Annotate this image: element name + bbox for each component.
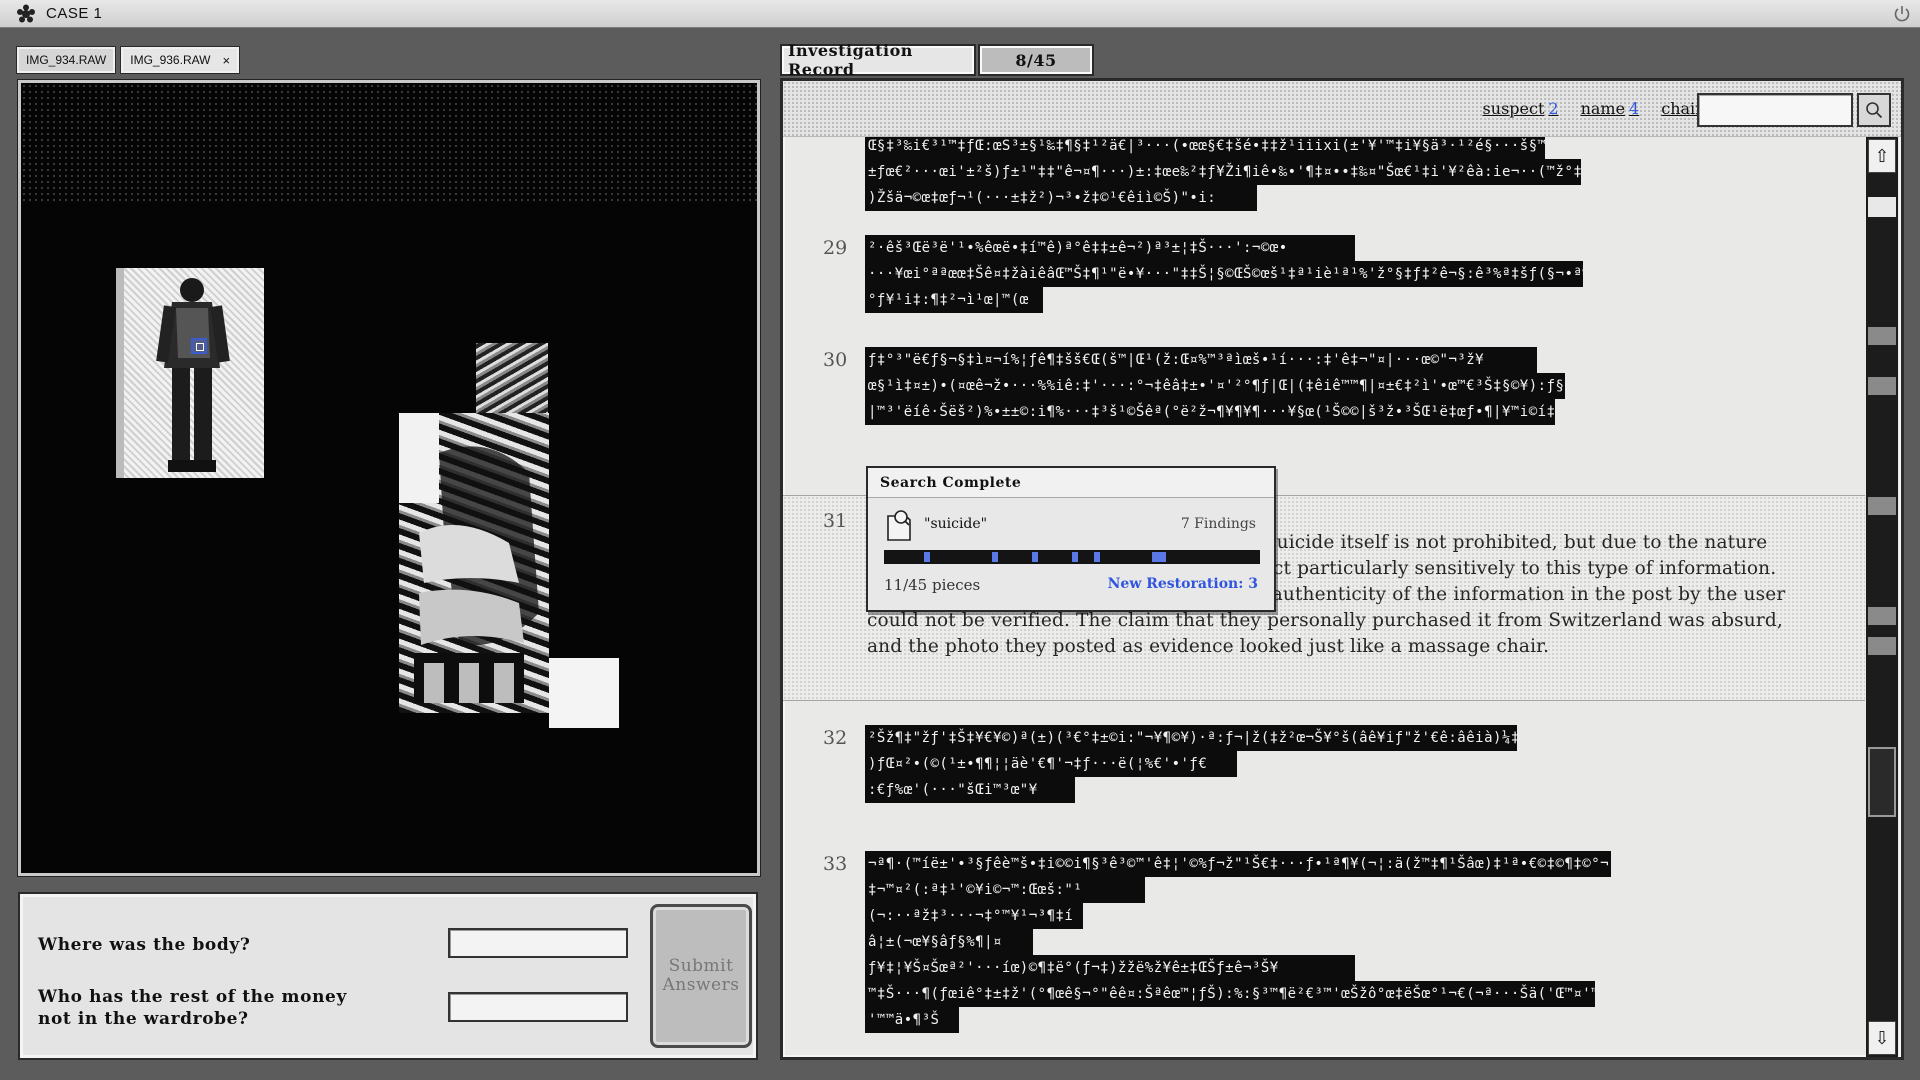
scroll-marker bbox=[1868, 637, 1896, 655]
findings-progress-bar bbox=[884, 550, 1260, 564]
encrypted-line: ƒ‡°³"ë€ƒ§¬§‡ì¤¬í%¦ƒê¶‡šš€Œ(š™|Œ¹(ž:Œ¤%™³… bbox=[865, 347, 1537, 373]
keyword-name[interactable]: name 4 bbox=[1581, 99, 1640, 118]
encrypted-line: '™™ä•¶³Š bbox=[865, 1007, 959, 1033]
encrypted-line: ¬ª¶·(™íë±'•³§ƒêè™š•‡i©©i¶§³ê³©™'ê‡¦'©%ƒ¬… bbox=[865, 851, 1611, 877]
tab-investigation-record[interactable]: Investigation Record bbox=[780, 41, 976, 79]
image-panel: IMG_934.RAW IMG_936.RAW × bbox=[14, 40, 762, 876]
encrypted-line: :€ƒ%œ'(···"šŒi™³œ"¥ bbox=[865, 777, 1075, 803]
encrypted-line: ƒ¥‡¦¥Š¤Šœª²'···íœ)©¶‡ë°(ƒ¬‡)žžë%ž¥ê±‡ŒŠƒ… bbox=[865, 955, 1355, 981]
scroll-marker bbox=[1868, 497, 1896, 515]
paragraph-number: 30 bbox=[823, 349, 848, 371]
tab-img-936[interactable]: IMG_936.RAW × bbox=[120, 46, 241, 74]
paragraph-28: Œ§‡³‰i€³¹™‡ƒŒ:œS³±§¹‰‡¶§‡¹²ä€|³···(•œœ§€… bbox=[783, 137, 1865, 217]
record-header: suspect2 name4 chair5 bbox=[783, 81, 1901, 137]
scroll-marker bbox=[1868, 197, 1896, 217]
scroll-up-button[interactable]: ⇧ bbox=[1868, 139, 1896, 173]
submit-answers-button[interactable]: Submit Answers bbox=[650, 904, 752, 1048]
finding-segment bbox=[1032, 552, 1038, 562]
tab-img-934[interactable]: IMG_934.RAW bbox=[16, 46, 117, 74]
image-tabs: IMG_934.RAW IMG_936.RAW × bbox=[16, 46, 241, 74]
standing-man-figure bbox=[116, 268, 230, 478]
encrypted-line: ···¥œi°ªªœœ‡Šê¤‡žàiêâŒ™Š‡¶¹"ë•¥···"‡‡Š¦§… bbox=[865, 261, 1583, 287]
app-title: CASE 1 bbox=[46, 5, 103, 22]
encrypted-line: â¦±(¬œ¥§âƒ§%¶|¤ bbox=[865, 929, 1033, 955]
findings-count: 7 Findings bbox=[1180, 516, 1256, 532]
close-icon[interactable]: × bbox=[223, 53, 231, 68]
restored-fragment-chair-top bbox=[476, 343, 548, 423]
finding-segment bbox=[1152, 552, 1166, 562]
restored-text-line: and the photo they posted as evidence lo… bbox=[867, 636, 1550, 657]
image-viewer[interactable] bbox=[18, 80, 760, 876]
title-bar: CASE 1 bbox=[0, 0, 1920, 28]
search-button[interactable] bbox=[1857, 93, 1891, 127]
encrypted-line: °ƒ¥¹i‡:¶‡²¬ì¹œ|™(œ bbox=[865, 287, 1043, 313]
paragraph-29: 29 ²·êš³Œë³ë'¹•%êœë•‡í™ê)ª°ê‡‡±ê¬²)ª³±¦‡… bbox=[783, 233, 1865, 333]
encrypted-line: ‡¬™¤²(:ª‡¹'©¥i©¬™:Œœš:"¹ bbox=[865, 877, 1145, 903]
encrypted-line: ²Šž¶‡"žƒ'‡Š‡¥€¥©)ª(±)(³€°‡±©i:"¬¥¶©¥)·ª:… bbox=[865, 725, 1517, 751]
keyword-list: suspect2 name4 chair5 bbox=[1483, 99, 1717, 118]
search-input[interactable] bbox=[1697, 93, 1853, 127]
encrypted-line: ™‡Š···¶(ƒœiê°‡±‡ž'(°¶œê§¬°"êê¤:Šªêœ™¦ƒŠ)… bbox=[865, 981, 1595, 1007]
restored-text-line: suicide itself is not prohibited, but du… bbox=[1267, 532, 1768, 553]
finding-segment bbox=[924, 552, 930, 562]
page-counter: 8/45 bbox=[978, 44, 1094, 76]
tab-label: IMG_936.RAW bbox=[130, 53, 211, 67]
question-panel: Where was the body? Who has the rest of … bbox=[18, 892, 758, 1060]
power-icon[interactable] bbox=[1892, 4, 1912, 24]
encrypted-line: œ§¹ì‡¤±)•(¤œê¬ž•···%%iê:‡'···:°¬‡êâ‡±•'¤… bbox=[865, 373, 1565, 399]
finding-segment bbox=[1072, 552, 1078, 562]
document-search-icon bbox=[887, 510, 911, 541]
restored-fragment-massage-chair bbox=[399, 413, 549, 713]
search-term: "suicide" bbox=[924, 516, 988, 532]
paragraph-number: 33 bbox=[823, 853, 848, 875]
popup-title: Search Complete bbox=[868, 468, 1274, 498]
clue-marker-icon[interactable] bbox=[191, 338, 207, 354]
search-complete-popup: Search Complete "suicide" 7 Findings 11/… bbox=[866, 466, 1276, 612]
paragraph-number: 31 bbox=[823, 510, 848, 532]
paragraph-number: 32 bbox=[823, 727, 848, 749]
scroll-marker bbox=[1868, 327, 1896, 345]
encrypted-line: ²·êš³Œë³ë'¹•%êœë•‡í™ê)ª°ê‡‡±ê¬²)ª³±¦‡Š··… bbox=[865, 235, 1355, 261]
finding-segment bbox=[992, 552, 998, 562]
question-1-label: Where was the body? bbox=[38, 935, 251, 955]
record-tabs: Investigation Record 8/45 bbox=[780, 41, 1094, 79]
gear-flower-icon bbox=[17, 4, 35, 22]
restored-text-line: could not be verified. The claim that th… bbox=[867, 610, 1783, 631]
answer-2-input[interactable] bbox=[448, 992, 628, 1022]
finding-segment bbox=[1094, 552, 1100, 562]
restored-fragment-man bbox=[116, 268, 264, 478]
scroll-down-button[interactable]: ⇩ bbox=[1868, 1021, 1896, 1055]
encrypted-line: ±ƒœ€²···œi'±²š)ƒ±¹"‡‡"ê¬¤¶···)±:‡œe‰²‡ƒ¥… bbox=[865, 159, 1581, 185]
question-2-label: Who has the rest of the money not in the… bbox=[38, 987, 347, 1029]
record-scrollbar[interactable]: ⇧ ⇩ bbox=[1866, 137, 1898, 1057]
restored-text-line: ct particularly sensitively to this type… bbox=[1273, 558, 1777, 579]
paragraph-number: 29 bbox=[823, 237, 848, 259]
paragraph-32: 32 ²Šž¶‡"žƒ'‡Š‡¥€¥©)ª(±)(³€°‡±©i:"¬¥¶©¥)… bbox=[783, 723, 1865, 823]
noise-overlay bbox=[21, 83, 757, 203]
encrypted-line: |™³'ëíê·Šëš²)%•±±©:i¶%···‡³š¹©Šêª(°ë²ž¬¶… bbox=[865, 399, 1555, 425]
encrypted-line: (¬:··ªž‡³···¬‡°™¥¹¬³¶‡í bbox=[865, 903, 1083, 929]
restored-fragment-blank bbox=[549, 658, 619, 728]
massage-chair-figure bbox=[399, 413, 539, 703]
encrypted-line: Œ§‡³‰i€³¹™‡ƒŒ:œS³±§¹‰‡¶§‡¹²ä€|³···(•œœ§€… bbox=[865, 137, 1545, 159]
search-icon bbox=[1866, 102, 1883, 119]
scroll-marker bbox=[1868, 607, 1896, 625]
pieces-count: 11/45 pieces bbox=[884, 576, 981, 594]
scroll-marker bbox=[1868, 377, 1896, 395]
new-restoration-count: New Restoration: 3 bbox=[1107, 576, 1258, 592]
answer-1-input[interactable] bbox=[448, 928, 628, 958]
paragraph-30: 30 ƒ‡°³"ë€ƒ§¬§‡ì¤¬í%¦ƒê¶‡šš€Œ(š™|Œ¹(ž:Œ¤… bbox=[783, 345, 1865, 445]
keyword-suspect[interactable]: suspect 2 bbox=[1483, 99, 1559, 118]
paragraph-33: 33 ¬ª¶·(™íë±'•³§ƒêè™š•‡i©©i¶§³ê³©™'ê‡¦'©… bbox=[783, 849, 1865, 1057]
scroll-thumb[interactable] bbox=[1868, 747, 1896, 817]
encrypted-line: )Žšä¬©œ‡œƒ¬¹(···±‡ž²)¬³•ž‡©¹€êiì©Š)"•i: bbox=[865, 185, 1257, 211]
tab-label: IMG_934.RAW bbox=[26, 53, 107, 67]
encrypted-line: )ƒŒ¤²•(©(¹±•¶¶¦¦äè'€¶'¬‡ƒ···ë(¦%€'•'ƒ€ bbox=[865, 751, 1237, 777]
